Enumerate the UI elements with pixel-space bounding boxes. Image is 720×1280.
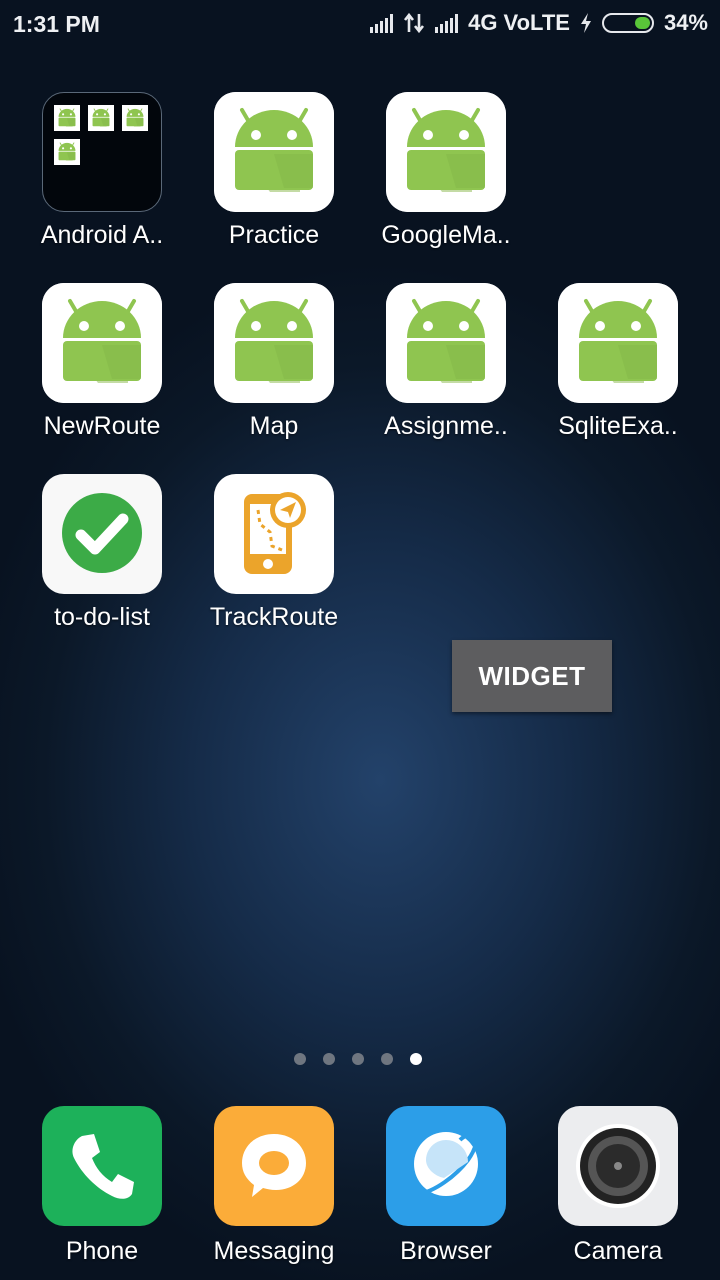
android-icon [214, 283, 334, 403]
app-label: SqliteExa.. [558, 412, 678, 440]
app-label: Browser [400, 1237, 492, 1265]
battery-percent: 34% [663, 10, 708, 35]
page-dot[interactable] [294, 1053, 306, 1065]
page-dot[interactable] [381, 1053, 393, 1065]
app-practice[interactable]: Practice [188, 92, 360, 250]
page-indicator [294, 1053, 422, 1065]
android-icon [42, 283, 162, 403]
page-dot-active[interactable] [410, 1053, 422, 1065]
app-assignment[interactable]: Assignme.. [360, 283, 532, 441]
app-label: Messaging [213, 1237, 335, 1265]
battery-icon [601, 13, 654, 33]
app-label: Practice [228, 221, 320, 249]
message-icon [214, 1106, 334, 1226]
app-newroute[interactable]: NewRoute [16, 283, 188, 441]
app-label: Assignme.. [384, 412, 508, 440]
app-label: Phone [65, 1237, 139, 1265]
app-googlemaps[interactable]: GoogleMa.. [360, 92, 532, 250]
app-map[interactable]: Map [188, 283, 360, 441]
charging-bolt-icon [580, 13, 591, 33]
checkmark-icon [42, 474, 162, 594]
app-to-do-list[interactable]: to-do-list [16, 474, 188, 632]
network-type: 4G VoLTE [468, 10, 570, 35]
signal-strength-2-icon [435, 13, 459, 33]
dock-app-camera[interactable]: Camera [532, 1106, 704, 1266]
android-icon [214, 92, 334, 212]
dock-app-browser[interactable]: Browser [360, 1106, 532, 1266]
app-label: to-do-list [54, 603, 150, 631]
data-transfer-icon [404, 12, 425, 34]
status-time: 1:31 PM [13, 11, 100, 37]
phone-icon [42, 1106, 162, 1226]
browser-icon [386, 1106, 506, 1226]
app-label: Android A.. [40, 221, 164, 249]
page-dot[interactable] [323, 1053, 335, 1065]
android-icon [558, 283, 678, 403]
app-label: Camera [573, 1237, 663, 1265]
camera-icon [558, 1106, 678, 1226]
widget-button[interactable]: WIDGET [452, 640, 612, 712]
status-bar: 1:31 PM 4G VoLTE 34% [0, 0, 720, 50]
app-label: GoogleMa.. [381, 221, 511, 249]
status-indicators: 4G VoLTE 34% [370, 10, 708, 36]
app-label: NewRoute [43, 412, 161, 440]
dock-app-phone[interactable]: Phone [16, 1106, 188, 1266]
folder-icon [42, 92, 162, 212]
track-route-icon [214, 474, 334, 594]
app-label: TrackRoute [209, 603, 339, 631]
android-icon [386, 283, 506, 403]
dock-app-messaging[interactable]: Messaging [188, 1106, 360, 1266]
app-trackroute[interactable]: TrackRoute [188, 474, 360, 632]
app-folder-android[interactable]: Android A.. [16, 92, 188, 250]
battery-fill [634, 17, 650, 29]
app-sqliteexample[interactable]: SqliteExa.. [532, 283, 704, 441]
android-icon [386, 92, 506, 212]
signal-strength-icon [370, 13, 394, 33]
page-dot[interactable] [352, 1053, 364, 1065]
app-label: Map [249, 412, 299, 440]
